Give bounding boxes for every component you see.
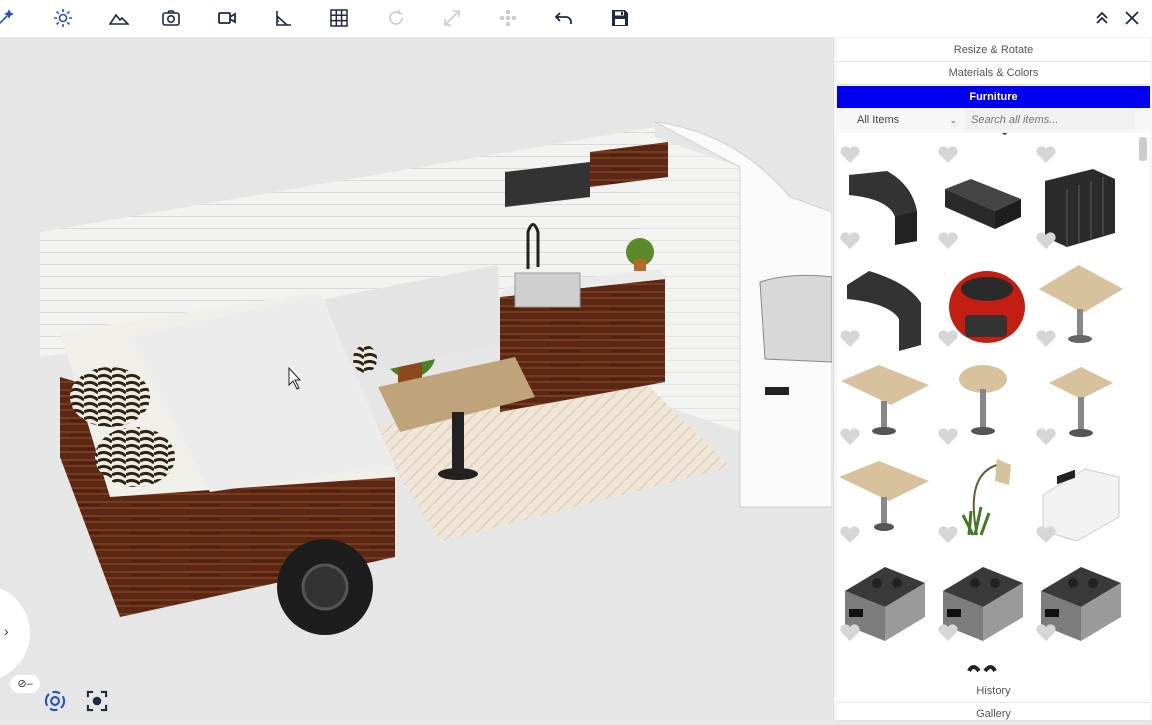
scrollbar[interactable] [1137,133,1149,683]
rotate-icon [383,5,409,31]
focus-icon[interactable] [84,688,110,714]
cooler-icon[interactable] [837,553,933,649]
cooler-icon[interactable] [935,553,1031,649]
plant-lamp-icon[interactable] [935,455,1031,551]
generator-icon[interactable] [935,259,1031,355]
cooler-icon[interactable] [1033,553,1129,649]
heart-icon[interactable] [937,623,959,643]
heart-icon[interactable] [937,525,959,545]
move-icon [495,5,521,31]
heart-icon[interactable] [1035,329,1057,349]
side-panel: Resize & Rotate Materials & Colors Furni… [833,37,1152,721]
filter-row: All Items ⌄ [837,109,1150,131]
table-rect-icon[interactable] [837,357,933,453]
ruler-angle-icon[interactable] [270,5,296,31]
section-history[interactable]: History [837,680,1150,703]
sun-icon[interactable] [50,5,76,31]
heart-icon[interactable] [1035,231,1057,251]
heart-icon[interactable] [1035,525,1057,545]
chevron-right-icon[interactable]: › [4,623,9,639]
table-square-icon[interactable] [1033,357,1129,453]
top-toolbar [0,0,1152,37]
table-rect-icon[interactable] [1033,259,1129,355]
heart-icon[interactable] [839,525,861,545]
heart-icon[interactable] [1035,427,1057,447]
heart-icon[interactable] [1035,623,1057,643]
heart-icon[interactable] [839,231,861,251]
resize-icon [439,5,465,31]
orbit-reset-icon[interactable] [42,688,68,714]
close-icon[interactable] [1119,5,1145,31]
camera-icon[interactable] [158,5,184,31]
bench-l-icon[interactable] [837,161,933,257]
grid-icon[interactable] [326,5,352,31]
heart-icon[interactable] [937,329,959,349]
bench-l-icon[interactable] [837,259,933,355]
bench-block-icon[interactable] [935,161,1031,257]
furniture-grid [837,133,1137,683]
scrollbar-thumb[interactable] [1139,137,1147,161]
section-resize-rotate[interactable]: Resize & Rotate [837,39,1150,62]
furniture-item[interactable] [935,651,1031,683]
section-furniture[interactable]: Furniture [837,86,1150,108]
water-tank-icon[interactable] [1033,161,1129,257]
save-icon[interactable] [607,5,633,31]
search-input[interactable] [965,110,1135,130]
heart-icon[interactable] [937,231,959,251]
undo-icon[interactable] [551,5,577,31]
heart-icon[interactable] [839,329,861,349]
table-round-icon[interactable] [935,357,1031,453]
table-rect-icon[interactable] [837,455,933,551]
category-select-value: All Items [857,114,900,126]
magic-icon[interactable] [0,5,18,31]
section-materials-colors[interactable]: Materials & Colors [837,62,1150,85]
zoom-slider-icon[interactable]: ⊘– [10,675,40,693]
fridge-icon[interactable] [1033,455,1129,551]
chevron-down-icon: ⌄ [949,114,957,125]
heart-icon[interactable] [937,427,959,447]
double-chevron-up-icon[interactable] [1089,5,1115,31]
terrain-icon[interactable] [106,5,132,31]
section-gallery[interactable]: Gallery [837,703,1150,721]
category-select[interactable]: All Items ⌄ [857,111,957,129]
3d-viewport[interactable]: › ⊘– [0,37,832,720]
heart-icon[interactable] [839,427,861,447]
van-3d-scene [40,121,832,635]
video-icon[interactable] [214,5,240,31]
heart-icon[interactable] [839,623,861,643]
